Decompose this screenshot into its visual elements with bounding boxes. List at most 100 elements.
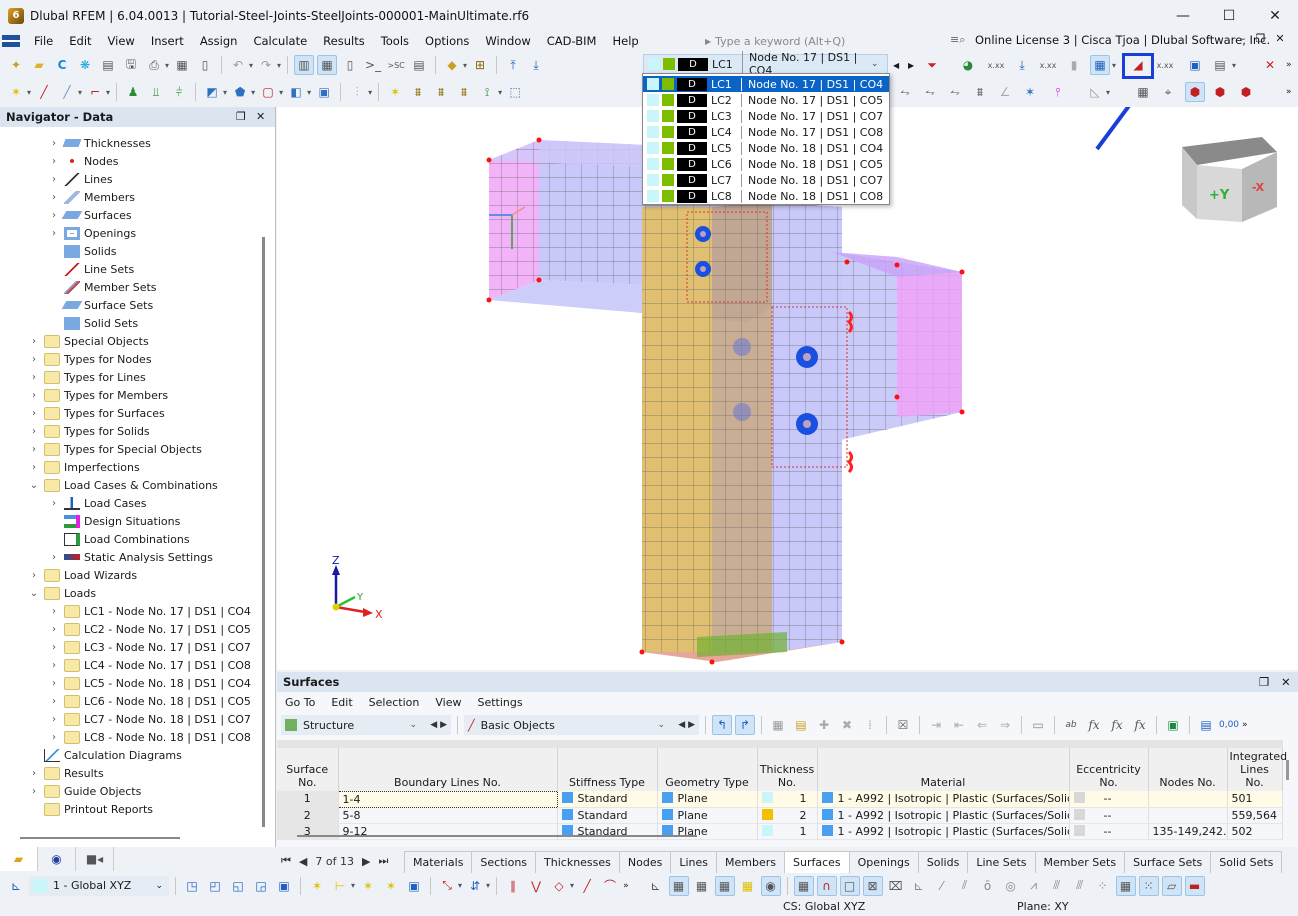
new-surface-icon[interactable]: ◩ [202, 82, 222, 102]
surface-no-cell[interactable]: 1 [277, 791, 339, 808]
angle-icon[interactable]: ⊾ [909, 876, 929, 896]
column-header[interactable]: Nodes No. [1148, 740, 1228, 791]
nav-item-thicknesses[interactable]: › Thicknesses [48, 134, 151, 152]
coordinate-system-icon[interactable]: ⊾ [6, 876, 26, 896]
new-model-icon[interactable]: ✦ [6, 55, 26, 75]
console-icon[interactable]: >_ [363, 55, 383, 75]
column-header[interactable]: Eccentricity No. [1069, 740, 1149, 791]
chevron-right-icon[interactable]: › [28, 354, 40, 365]
load-values-icon[interactable]: x.xx [1038, 55, 1058, 75]
comment-icon[interactable]: ✶ [381, 876, 401, 896]
view-front-icon[interactable]: ◰ [205, 876, 225, 896]
chevron-right-icon[interactable]: › [48, 552, 60, 563]
new-hinge-icon[interactable]: ⫩ [169, 82, 189, 102]
tab-surface-sets[interactable]: Surface Sets [1124, 851, 1212, 873]
redo-icon[interactable]: ↷ [256, 55, 276, 75]
line-type-5-icon[interactable]: ∠ [995, 82, 1015, 102]
tab-materials[interactable]: Materials [404, 851, 473, 873]
panel-restore-icon[interactable]: ❐ [236, 110, 246, 123]
eccentricity-cell[interactable]: -- [1069, 791, 1149, 808]
toolbar-overflow-icon[interactable]: » [623, 881, 629, 891]
object-snap-alt-icon[interactable]: ▦ [714, 875, 735, 896]
nav-item-lines[interactable]: › Lines [48, 170, 113, 188]
nav-item-solids[interactable]: Solids [48, 242, 117, 260]
show-supports-icon[interactable]: ◕ [958, 55, 978, 75]
lc-option[interactable]: D LC6 Node No. 18 | DS1 | CO5 [643, 156, 889, 172]
nodes-cell[interactable] [1148, 807, 1228, 824]
view-3d-alt-icon[interactable]: ⬢ [1210, 82, 1230, 102]
geometry-type-cell[interactable]: Plane [657, 807, 758, 824]
solid-load-icon[interactable]: ⟟ [477, 82, 497, 102]
script-icon[interactable]: >SC [386, 55, 406, 75]
view-3d-red-icon[interactable]: ⬢ [1236, 82, 1256, 102]
clear-icon[interactable]: ☒ [893, 715, 913, 735]
chevron-right-icon[interactable]: › [28, 336, 40, 347]
tab-member-sets[interactable]: Member Sets [1034, 851, 1126, 873]
menu-results[interactable]: Results [315, 34, 373, 48]
layer-icon[interactable]: ▱ [1161, 875, 1182, 896]
column-header[interactable]: Material [817, 740, 1070, 791]
nav-item-lc5-node-no-18-ds1-co4[interactable]: › LC5 - Node No. 18 | DS1 | CO4 [48, 674, 251, 692]
chevron-right-icon[interactable]: › [28, 390, 40, 401]
chevron-right-icon[interactable]: › [48, 210, 60, 221]
model-info-icon[interactable]: ▤ [98, 55, 118, 75]
view-iso-icon[interactable]: ◳ [182, 876, 202, 896]
move-right-icon[interactable]: ⇒ [995, 715, 1015, 735]
menu-selection[interactable]: Selection [361, 696, 428, 709]
chevron-right-icon[interactable]: › [48, 714, 60, 725]
menu-go-to[interactable]: Go To [277, 696, 323, 709]
nav-item-results[interactable]: › Results [28, 764, 104, 782]
chevron-right-icon[interactable]: › [48, 138, 60, 149]
line-draw-icon[interactable]: ╱ [577, 876, 597, 896]
view-angle-icon[interactable]: ◺ [1085, 82, 1105, 102]
circle-snap-icon[interactable]: ◎ [1001, 876, 1021, 896]
boundary-lines-cell[interactable]: 1-4 [337, 790, 558, 808]
navigator-data-tab[interactable]: ▰ [0, 847, 38, 871]
view-3d-icon[interactable]: ⬢ [1185, 82, 1205, 102]
thickness-cell[interactable]: 2 [757, 807, 818, 824]
maximize-button[interactable]: ☐ [1206, 0, 1252, 32]
integrated-lines-cell[interactable]: 501 [1227, 791, 1283, 808]
navigator-view-tab[interactable]: ◉ [38, 847, 76, 871]
lc-next-button[interactable]: ▶ [908, 61, 914, 70]
next-page-icon[interactable]: ▶ [362, 855, 370, 868]
navigator-camera-tab[interactable]: ■◂ [76, 847, 114, 871]
result-diagram-icon[interactable]: ◢ [1128, 55, 1148, 75]
eccentricity-cell[interactable]: -- [1069, 823, 1149, 840]
nav-item-lc3-node-no-17-ds1-co7[interactable]: › LC3 - Node No. 17 | DS1 | CO7 [48, 638, 251, 656]
lc-option[interactable]: D LC4 Node No. 17 | DS1 | CO8 [643, 124, 889, 140]
object-type-combo[interactable]: ╱ Basic Objects ⌄ ◀ ▶ [464, 715, 699, 735]
tab-solids[interactable]: Solids [917, 851, 969, 873]
nav-item-types-for-nodes[interactable]: › Types for Nodes [28, 350, 152, 368]
panel-restore-icon[interactable]: ❐ [1259, 675, 1269, 689]
keyword-search-input[interactable]: ▶ Type a keyword (Alt+Q) [705, 33, 940, 49]
table-settings-icon[interactable]: ▤ [1196, 715, 1216, 735]
menu-window[interactable]: Window [477, 34, 538, 48]
tab-openings[interactable]: Openings [848, 851, 919, 873]
chevron-down-icon[interactable]: ⌄ [871, 59, 887, 69]
snap-node-icon[interactable]: ⤡ [437, 876, 457, 896]
new-surface-shape-icon[interactable]: ⬟ [230, 82, 250, 102]
minimize-button[interactable]: — [1160, 0, 1206, 32]
surface-no-cell[interactable]: 2 [277, 807, 339, 824]
formula-delete-icon[interactable]: fx [1107, 715, 1127, 735]
panel-toggle-icon[interactable]: ▯ [340, 55, 360, 75]
table-vscrollbar[interactable] [1286, 760, 1289, 780]
menu-tools[interactable]: Tools [373, 34, 417, 48]
close-button[interactable]: ✕ [1252, 0, 1298, 32]
lc-option[interactable]: D LC2 Node No. 17 | DS1 | CO5 [643, 92, 889, 108]
panel-restore-icon[interactable]: ❐ [1256, 32, 1266, 45]
eccentricity-cell[interactable]: -- [1069, 807, 1149, 824]
column-header[interactable]: Geometry Type [657, 740, 758, 791]
navigator-toggle-icon[interactable]: ▥ [294, 55, 315, 75]
chevron-right-icon[interactable]: › [28, 786, 40, 797]
tab-solid-sets[interactable]: Solid Sets [1210, 851, 1283, 873]
panel-close-icon[interactable]: ✕ [256, 110, 265, 123]
printout-report-icon[interactable]: ▦ [172, 55, 192, 75]
clipping-plane-icon[interactable]: ▣ [404, 876, 424, 896]
nav-item-lc8-node-no-18-ds1-co8[interactable]: › LC8 - Node No. 18 | DS1 | CO8 [48, 728, 251, 746]
rename-icon[interactable]: ab [1061, 715, 1081, 735]
surface-load-icon[interactable]: ⩩ [454, 82, 474, 102]
menu-help[interactable]: Help [604, 34, 646, 48]
chevron-right-icon[interactable]: › [48, 678, 60, 689]
